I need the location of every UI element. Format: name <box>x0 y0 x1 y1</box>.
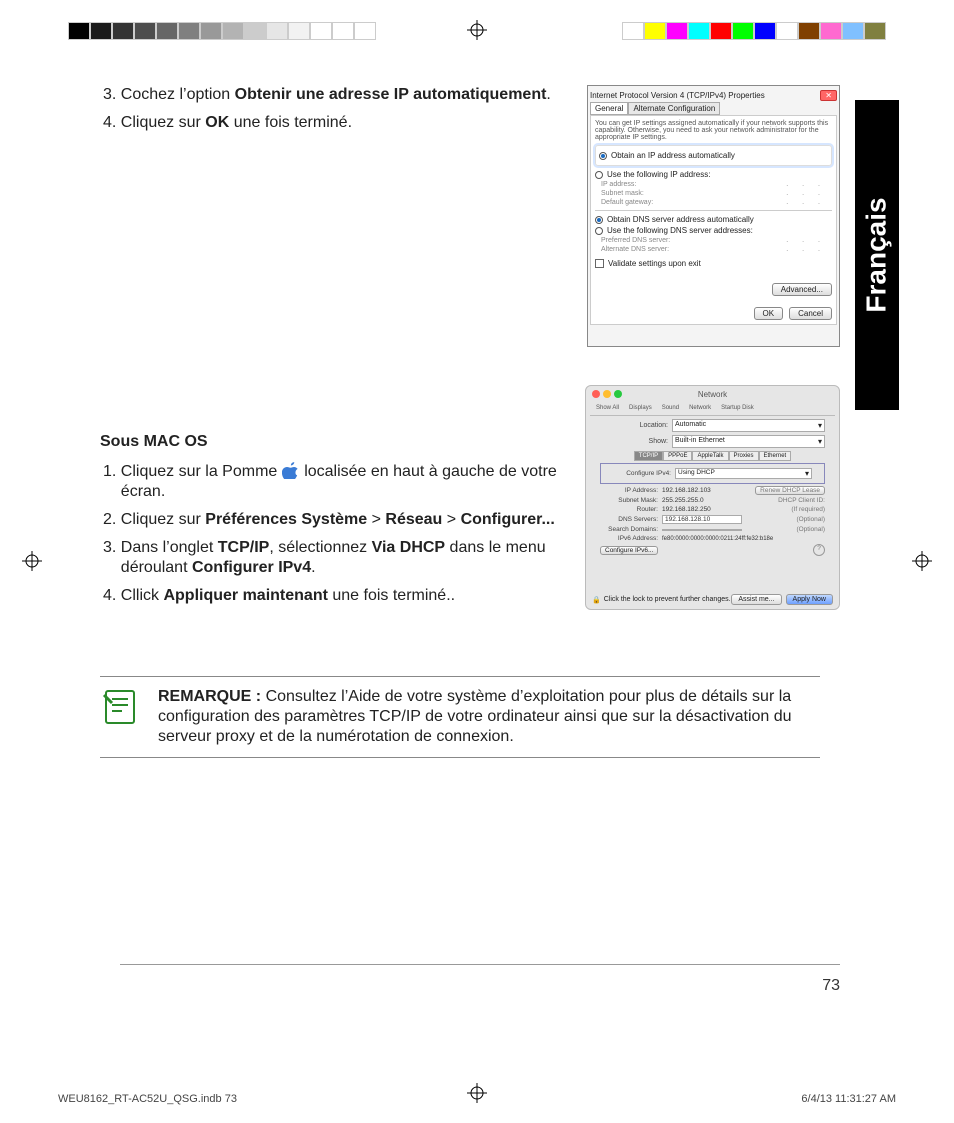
radio-obtain-ip-auto[interactable] <box>599 152 607 160</box>
ip-label: IP Address: <box>600 487 658 494</box>
page-number: 73 <box>822 977 840 995</box>
tab-pppoe[interactable]: PPPoE <box>663 451 692 461</box>
ip-field: . . . <box>786 181 826 188</box>
optional-hint: (Optional) <box>796 516 825 523</box>
cancel-button[interactable]: Cancel <box>789 307 832 320</box>
step-item: Cliquez sur la Pomme localisée en haut à… <box>121 461 570 502</box>
show-label: Show: <box>600 438 668 445</box>
registration-mark-icon <box>22 551 42 571</box>
language-tab: Français <box>855 100 899 410</box>
show-select[interactable]: Built-in Ethernet▾ <box>672 435 825 448</box>
apply-now-button[interactable]: Apply Now <box>786 594 833 605</box>
figure-windows-tcpip-dialog: Internet Protocol Version 4 (TCP/IPv4) P… <box>587 85 840 347</box>
configure-ipv4-select[interactable]: Using DHCP ▾ <box>675 468 812 479</box>
dns-field[interactable]: 192.168.128.10 <box>662 515 742 524</box>
lock-icon[interactable]: 🔒 <box>592 596 601 604</box>
field-label: Subnet mask: <box>601 190 644 197</box>
gateway-field: . . . <box>786 199 826 206</box>
steps-windows: Cochez l’option Obtenir une adresse IP a… <box>100 85 570 133</box>
subnet-value: 255.255.255.0 <box>662 497 704 504</box>
tab-ethernet[interactable]: Ethernet <box>759 451 792 461</box>
tab-tcpip[interactable]: TCP/IP <box>634 451 663 461</box>
field-label: Default gateway: <box>601 199 653 206</box>
radio-use-following-ip[interactable] <box>595 171 603 179</box>
subnet-field: . . . <box>786 190 826 197</box>
location-select[interactable]: Automatic▾ <box>672 419 825 432</box>
tab-general[interactable]: General <box>590 102 628 115</box>
print-footer: WEU8162_RT-AC52U_QSG.indb 73 6/4/13 11:3… <box>58 1093 896 1105</box>
ok-button[interactable]: OK <box>754 307 784 320</box>
configure-ipv4-label: Configure IPv4: <box>613 470 671 477</box>
mac-dialog-title: Network <box>590 390 835 399</box>
ip-value: 192.168.182.103 <box>662 487 711 494</box>
tab-proxies[interactable]: Proxies <box>729 451 759 461</box>
registration-mark-icon <box>912 551 932 571</box>
note-label: REMARQUE : <box>158 688 266 705</box>
traffic-lights <box>592 390 622 398</box>
radio-label: Use the following IP address: <box>607 170 710 179</box>
assist-button[interactable]: Assist me... <box>731 594 781 605</box>
advanced-button[interactable]: Advanced... <box>772 283 832 296</box>
print-docname: WEU8162_RT-AC52U_QSG.indb 73 <box>58 1093 237 1105</box>
ipv6-label: IPv6 Address: <box>600 535 658 542</box>
if-required-hint: (If required) <box>791 506 825 513</box>
step-item: Cliquez sur OK une fois terminé. <box>121 113 570 133</box>
radio-label: Obtain DNS server address automatically <box>607 215 754 224</box>
step-item: Cliquez sur Préférences Système > Réseau… <box>121 510 570 530</box>
renew-dhcp-button[interactable]: Renew DHCP Lease <box>755 486 825 495</box>
print-datetime: 6/4/13 11:31:27 AM <box>801 1093 896 1105</box>
radio-use-following-dns[interactable] <box>595 227 603 235</box>
help-icon[interactable]: ? <box>813 544 825 556</box>
alternate-dns-field: . . . <box>786 246 826 253</box>
toolbar-item[interactable]: Network <box>689 405 711 411</box>
optional-hint: (Optional) <box>796 526 825 533</box>
close-traffic-light[interactable] <box>592 390 600 398</box>
preferred-dns-field: . . . <box>786 237 826 244</box>
note-box: REMARQUE : Consultez l’Aide de votre sys… <box>100 676 820 758</box>
radio-label: Obtain an IP address automatically <box>611 151 735 160</box>
apple-icon <box>282 461 300 479</box>
note-text: REMARQUE : Consultez l’Aide de votre sys… <box>158 687 820 747</box>
toolbar-item[interactable]: Displays <box>629 405 652 411</box>
field-label: Preferred DNS server: <box>601 237 670 244</box>
tab-alternate[interactable]: Alternate Configuration <box>628 102 720 115</box>
radio-label: Use the following DNS server addresses: <box>607 226 753 235</box>
checkbox-validate[interactable] <box>595 259 604 268</box>
dns-label: DNS Servers: <box>600 516 658 523</box>
toolbar-item[interactable]: Show All <box>596 405 619 411</box>
figure-macos-network-dialog: Network Show All Displays Sound Network … <box>585 385 840 610</box>
location-label: Location: <box>600 422 668 429</box>
close-icon[interactable]: ✕ <box>820 90 837 101</box>
checkbox-label: Validate settings upon exit <box>608 259 701 268</box>
zoom-traffic-light[interactable] <box>614 390 622 398</box>
note-icon <box>100 687 140 747</box>
search-domains-field[interactable] <box>662 529 742 531</box>
dhcp-client-id-label: DHCP Client ID: <box>778 497 825 504</box>
toolbar-item[interactable]: Sound <box>662 405 679 411</box>
search-domains-label: Search Domains: <box>600 526 658 533</box>
subnet-label: Subnet Mask: <box>600 497 658 504</box>
step-item: Dans l’onglet TCP/IP, sélectionnez Via D… <box>121 538 570 578</box>
print-colorbar-left <box>68 22 376 40</box>
step-item: Cllick Appliquer maintenant une fois ter… <box>121 586 570 606</box>
toolbar-item[interactable]: Startup Disk <box>721 405 754 411</box>
mac-toolbar: Show All Displays Sound Network Startup … <box>590 405 835 416</box>
field-label: Alternate DNS server: <box>601 246 669 253</box>
router-value: 192.168.182.250 <box>662 506 711 513</box>
dialog-hint: You can get IP settings assigned automat… <box>595 120 832 141</box>
step-item: Cochez l’option Obtenir une adresse IP a… <box>121 85 570 105</box>
field-label: IP address: <box>601 181 636 188</box>
ipv6-value: fe80:0000:0000:0000:0211:24ff:fe32:b18e <box>662 536 773 542</box>
tab-appletalk[interactable]: AppleTalk <box>692 451 728 461</box>
registration-mark-icon <box>467 20 487 40</box>
print-colorbar-right <box>622 22 886 40</box>
dialog-title: Internet Protocol Version 4 (TCP/IPv4) P… <box>590 91 765 100</box>
configure-ipv6-button[interactable]: Configure IPv6... <box>600 546 658 555</box>
footer-rule <box>120 964 840 965</box>
lock-text: Click the lock to prevent further change… <box>604 596 731 603</box>
minimize-traffic-light[interactable] <box>603 390 611 398</box>
language-tab-label: Français <box>861 197 893 312</box>
radio-obtain-dns-auto[interactable] <box>595 216 603 224</box>
router-label: Router: <box>600 506 658 513</box>
